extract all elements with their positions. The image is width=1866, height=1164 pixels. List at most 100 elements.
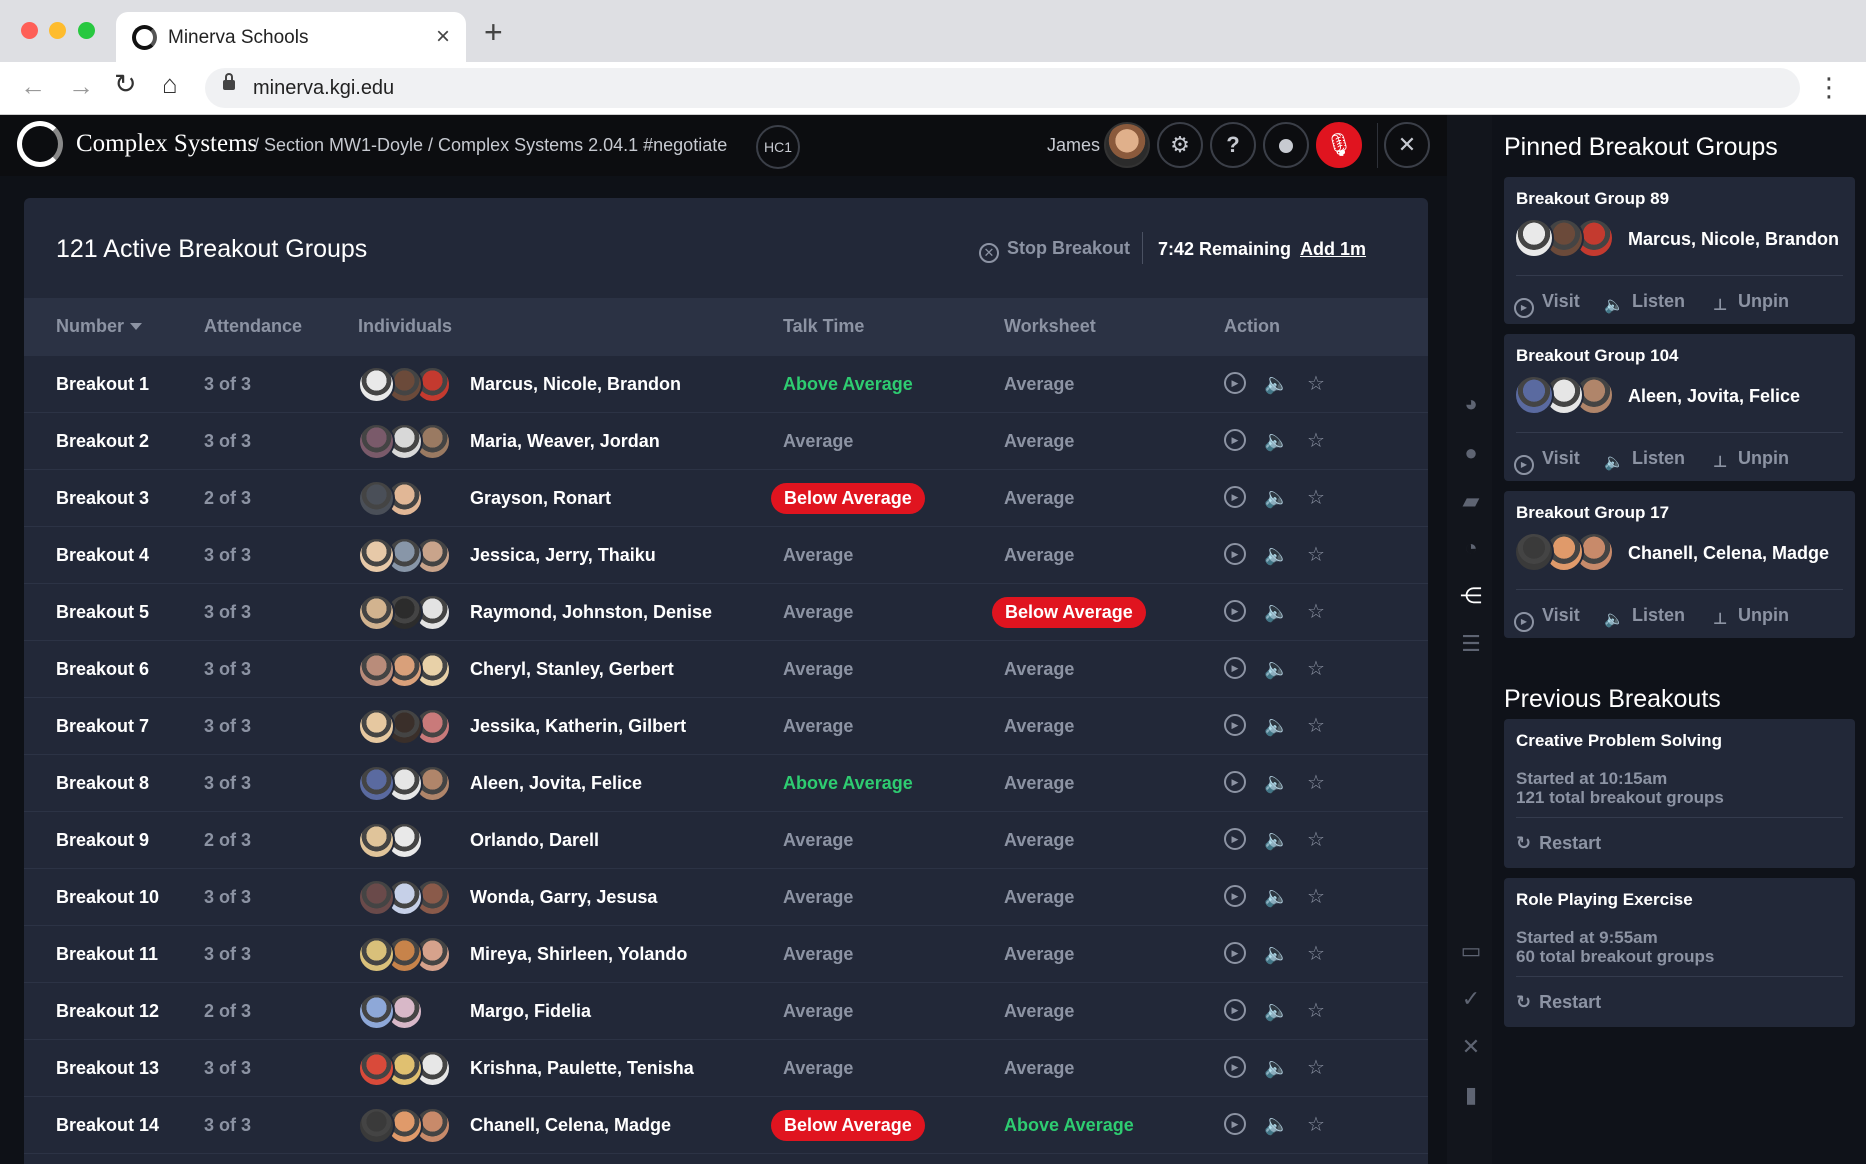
visit-play-icon[interactable]: ▶ (1224, 1113, 1246, 1135)
breakout-name[interactable]: Breakout 8 (56, 773, 149, 794)
student-avatar[interactable] (358, 993, 395, 1030)
breakout-name[interactable]: Breakout 6 (56, 659, 149, 680)
student-avatar[interactable] (358, 765, 395, 802)
student-avatar[interactable] (358, 936, 395, 973)
back-arrow-icon[interactable]: ← (20, 73, 46, 99)
breakout-name[interactable]: Breakout 14 (56, 1115, 159, 1136)
student-avatar[interactable] (358, 651, 395, 688)
table-row[interactable]: Breakout 5 3 of 3 Raymond, Johnston, Denis… (24, 584, 1428, 641)
pin-icon[interactable]: ☆ (1304, 714, 1328, 738)
student-avatar[interactable] (358, 594, 395, 631)
pin-icon[interactable]: ☆ (1304, 1056, 1328, 1080)
breakout-name[interactable]: Breakout 3 (56, 488, 149, 509)
visit-play-icon[interactable]: ▶ (1224, 372, 1246, 394)
table-row[interactable]: Breakout 13 3 of 3 Krishna, Paulette, Teni… (24, 1040, 1428, 1097)
listen-speaker-icon[interactable]: 🔈 (1264, 999, 1289, 1023)
pin-icon[interactable]: ☆ (1304, 486, 1328, 510)
listen-speaker-icon[interactable]: 🔈 (1264, 1113, 1289, 1137)
window-close-button[interactable] (21, 22, 38, 39)
visit-button[interactable]: ▶ Visit (1514, 605, 1580, 632)
listen-speaker-icon[interactable]: 🔈 (1264, 942, 1289, 966)
visit-play-icon[interactable]: ▶ (1224, 1056, 1246, 1078)
palette-icon[interactable]: ◕ (1459, 392, 1483, 416)
student-avatar[interactable] (358, 1050, 395, 1087)
column-attendance[interactable]: Attendance (204, 316, 302, 337)
close-icon[interactable]: ✕ (1459, 1035, 1483, 1059)
help-icon[interactable]: ? (1210, 122, 1256, 168)
table-row[interactable]: Breakout 4 3 of 3 Jessica, Jerry, Thaiku Av… (24, 527, 1428, 584)
visit-play-icon[interactable]: ▶ (1224, 771, 1246, 793)
visit-play-icon[interactable]: ▶ (1224, 486, 1246, 508)
listen-button[interactable]: 🔈 Listen (1604, 605, 1685, 631)
student-avatar[interactable] (358, 1107, 395, 1144)
check-icon[interactable]: ✓ (1459, 987, 1483, 1011)
visit-play-icon[interactable]: ▶ (1224, 429, 1246, 451)
unpin-button[interactable]: ⊥ Unpin (1710, 448, 1789, 474)
record-button[interactable] (1263, 122, 1309, 168)
pin-icon[interactable]: ☆ (1304, 657, 1328, 681)
listen-speaker-icon[interactable]: 🔈 (1264, 828, 1289, 852)
listen-speaker-icon[interactable]: 🔈 (1264, 486, 1289, 510)
breakout-name[interactable]: Breakout 1 (56, 374, 149, 395)
visit-play-icon[interactable]: ▶ (1224, 942, 1246, 964)
bookmark-icon[interactable]: ▮ (1459, 1083, 1483, 1107)
table-row[interactable]: Breakout 2 3 of 3 Maria, Weaver, Jordan Ave… (24, 413, 1428, 470)
visit-play-icon[interactable]: ▶ (1224, 543, 1246, 565)
student-avatar[interactable] (358, 423, 395, 460)
column-talk-time[interactable]: Talk Time (783, 316, 864, 337)
unpin-button[interactable]: ⊥ Unpin (1710, 291, 1789, 317)
breakout-name[interactable]: Breakout 10 (56, 887, 159, 908)
visit-play-icon[interactable]: ▶ (1224, 828, 1246, 850)
table-row[interactable]: Breakout 9 2 of 3 Orlando, Darell Average Av… (24, 812, 1428, 869)
breakout-name[interactable]: Breakout 4 (56, 545, 149, 566)
folder-icon[interactable]: ▰ (1459, 489, 1483, 513)
column-individuals[interactable]: Individuals (358, 316, 452, 337)
table-row[interactable]: Breakout 14 3 of 3 Chanell, Celena, Madge B… (24, 1097, 1428, 1154)
restart-button[interactable]: ↻ Restart (1516, 833, 1601, 854)
listen-speaker-icon[interactable]: 🔈 (1264, 714, 1289, 738)
forward-arrow-icon[interactable]: → (68, 73, 94, 99)
share-icon[interactable]: ⋲ (1459, 584, 1483, 608)
listen-speaker-icon[interactable]: 🔈 (1264, 1056, 1289, 1080)
tab-close-icon[interactable]: × (436, 23, 450, 51)
breakout-name[interactable]: Breakout 7 (56, 716, 149, 737)
close-class-icon[interactable]: ✕ (1384, 122, 1430, 168)
column-number[interactable]: Number (56, 316, 143, 337)
student-avatar[interactable] (1514, 532, 1554, 572)
visit-play-icon[interactable]: ▶ (1224, 600, 1246, 622)
visit-play-icon[interactable]: ▶ (1224, 885, 1246, 907)
minerva-logo-icon[interactable] (17, 121, 63, 167)
student-avatar[interactable] (358, 879, 395, 916)
window-zoom-button[interactable] (78, 22, 95, 39)
pin-icon[interactable]: ☆ (1304, 771, 1328, 795)
listen-speaker-icon[interactable]: 🔈 (1264, 372, 1289, 396)
table-row[interactable]: Breakout 1 3 of 3 Marcus, Nicole, Brandon A… (24, 356, 1428, 413)
add-minute-link[interactable]: Add 1m (1300, 239, 1366, 260)
hc-badge[interactable]: HC1 (756, 125, 800, 169)
visit-play-icon[interactable]: ▶ (1224, 657, 1246, 679)
listen-button[interactable]: 🔈 Listen (1604, 291, 1685, 317)
table-row[interactable]: Breakout 12 2 of 3 Margo, Fidelia Average Av… (24, 983, 1428, 1040)
course-title[interactable]: Complex Systems (76, 130, 257, 158)
student-avatar[interactable] (358, 537, 395, 574)
breakout-name[interactable]: Breakout 11 (56, 944, 158, 965)
listen-speaker-icon[interactable]: 🔈 (1264, 600, 1289, 624)
listen-speaker-icon[interactable]: 🔈 (1264, 543, 1289, 567)
chat-icon[interactable]: ● (1459, 441, 1483, 465)
pin-icon[interactable]: ☆ (1304, 429, 1328, 453)
user-avatar[interactable] (1104, 122, 1150, 168)
window-minimize-button[interactable] (49, 22, 66, 39)
settings-gear-icon[interactable]: ⚙ (1157, 122, 1203, 168)
student-avatar[interactable] (1514, 375, 1554, 415)
visit-play-icon[interactable]: ▶ (1224, 999, 1246, 1021)
new-tab-icon[interactable]: + (484, 16, 503, 48)
listen-speaker-icon[interactable]: 🔈 (1264, 657, 1289, 681)
breadcrumb[interactable]: / Section MW1-Doyle / Complex Systems 2.… (254, 135, 727, 156)
mute-microphone-icon[interactable]: 🎙 (1316, 122, 1362, 168)
student-avatar[interactable] (358, 822, 395, 859)
table-row[interactable]: Breakout 3 2 of 3 Grayson, Ronart Below Ave… (24, 470, 1428, 527)
restart-button[interactable]: ↻ Restart (1516, 992, 1601, 1013)
home-icon[interactable]: ⌂ (162, 71, 178, 97)
unpin-button[interactable]: ⊥ Unpin (1710, 605, 1789, 631)
list-icon[interactable]: ☰ (1459, 632, 1483, 656)
